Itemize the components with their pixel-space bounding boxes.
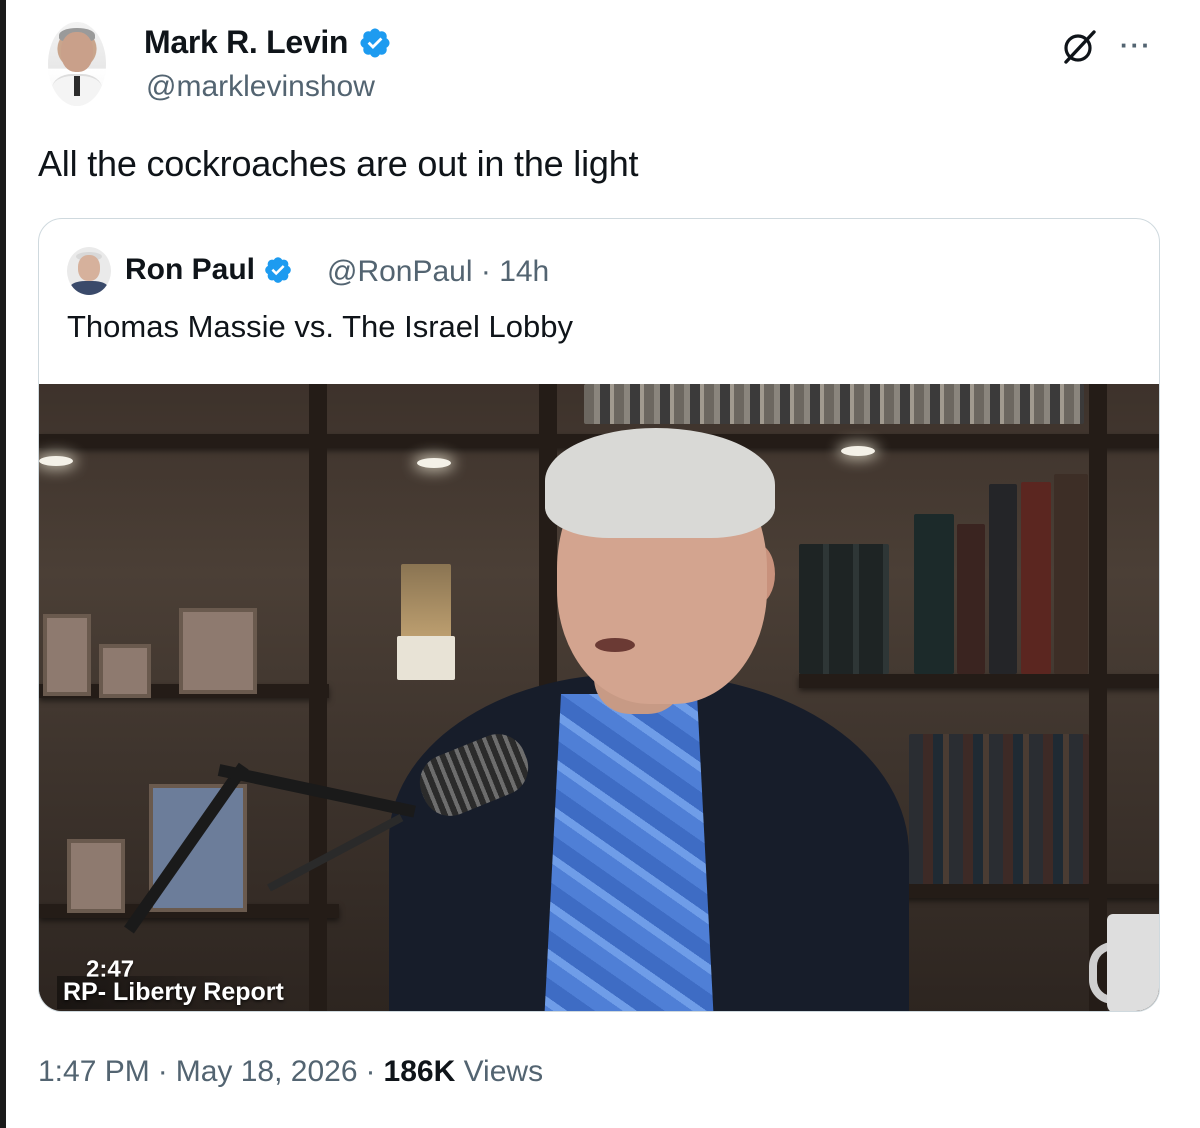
author-avatar[interactable] [48, 22, 106, 106]
quoted-author-name-row[interactable]: Ron Paul [125, 253, 293, 287]
video-player[interactable]: 2:47 RP- Liberty Report [39, 384, 1159, 1011]
tweet: Mark R. Levin @marklevinshow ··· All the… [0, 0, 1200, 1128]
quoted-author-avatar[interactable] [67, 247, 111, 295]
verified-badge-icon [360, 27, 390, 58]
quoted-author-name[interactable]: Ron Paul [125, 253, 255, 287]
verified-badge-icon [265, 257, 291, 283]
quoted-tweet-text: Thomas Massie vs. The Israel Lobby [67, 309, 573, 344]
grok-icon[interactable] [1058, 26, 1100, 68]
tweet-text: All the cockroaches are out in the light [38, 143, 639, 184]
tweet-time[interactable]: 1:47 PM [38, 1055, 150, 1089]
author-name[interactable]: Mark R. Levin [144, 24, 348, 61]
tweet-meta: 1:47 PM · May 18, 2026 · 186K Views [38, 1055, 543, 1089]
views-group[interactable]: 186K Views [384, 1055, 544, 1089]
quoted-tweet-card[interactable]: Ron Paul @RonPaul · 14h Thomas Massie vs… [38, 218, 1160, 1012]
author-name-row[interactable]: Mark R. Levin [144, 24, 392, 61]
author-handle[interactable]: @marklevinshow [146, 70, 375, 104]
meta-separator: · [365, 1055, 376, 1088]
tweet-date[interactable]: May 18, 2026 [176, 1055, 358, 1089]
more-dots-icon[interactable]: ··· [1120, 30, 1152, 61]
quoted-handle-time[interactable]: @RonPaul · 14h [327, 255, 549, 289]
meta-separator: · [157, 1055, 168, 1088]
video-channel-label: RP- Liberty Report [57, 976, 290, 1009]
views-label: Views [463, 1055, 544, 1088]
views-count: 186K [383, 1055, 456, 1088]
